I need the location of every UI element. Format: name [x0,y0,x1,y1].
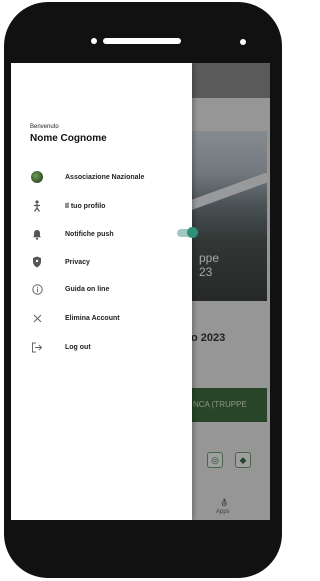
menu-item-label: Notifiche push [65,230,114,238]
menu-item-elimina[interactable]: Elimina Account [30,309,190,327]
person-icon [30,199,44,213]
navigation-drawer: Benvenuto Nome Cognome Associazione Nazi… [11,63,198,520]
push-notifications-toggle[interactable] [177,227,198,238]
camera-dot [91,38,97,44]
menu-item-label: Elimina Account [65,314,120,322]
bell-icon [30,227,44,241]
logout-icon [30,340,44,354]
close-icon [30,311,44,325]
association-logo-icon [30,170,44,184]
user-name: Nome Cognome [30,133,107,144]
menu-item-privacy[interactable]: Privacy [30,253,190,271]
info-icon [30,282,44,296]
screen: ppe 23 o 2023 NCA (TRUPPE ◎ ◆ ⛢ Apps Ben… [11,63,270,520]
menu-item-notifiche[interactable]: Notifiche push [30,225,198,243]
menu-item-label: Privacy [65,258,90,266]
menu-item-associazione[interactable]: Associazione Nazionale [30,168,190,186]
menu-item-guida[interactable]: Guida on line [30,280,190,298]
toggle-knob [187,227,198,238]
menu-item-label: Log out [65,343,91,351]
sensor-dot [240,39,246,45]
menu-item-label: Guida on line [65,285,110,293]
menu-item-profilo[interactable]: Il tuo profilo [30,197,190,215]
menu-item-logout[interactable]: Log out [30,338,190,356]
menu-item-label: Il tuo profilo [65,202,106,210]
speaker-grille [103,38,181,44]
greeting-text: Benvenuto [30,124,59,130]
menu-item-label: Associazione Nazionale [65,173,145,181]
shield-icon [30,255,44,269]
